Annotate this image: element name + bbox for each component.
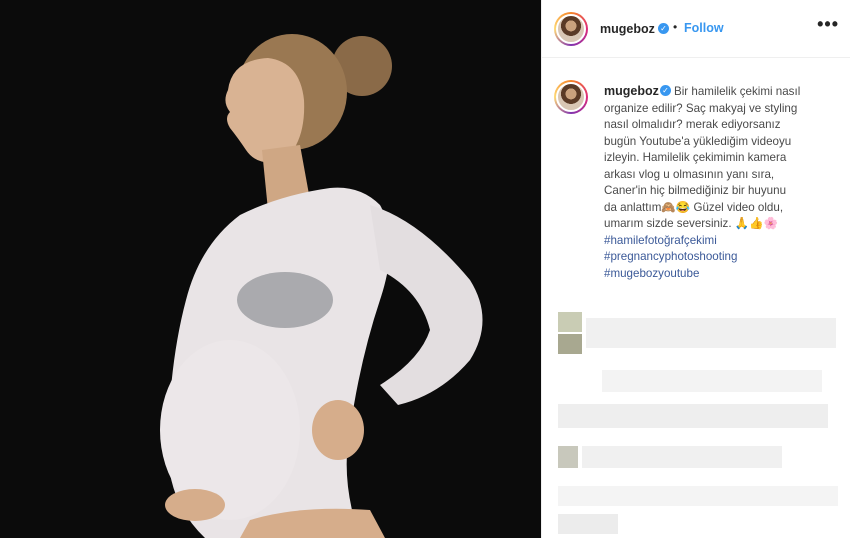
author-avatar[interactable] — [554, 12, 588, 46]
post-side-panel: mugeboz ✓ • Follow ••• mugeboz ✓ Bir ham… — [541, 0, 850, 538]
follow-button[interactable]: Follow — [684, 21, 724, 35]
caption-line: nasıl olmalıdır? merak ediyorsanız — [604, 118, 781, 131]
hashtag-link[interactable]: #pregnancyphotoshooting — [604, 249, 840, 266]
caption-line: organize edilir? Saç makyaj ve styling — [604, 101, 798, 115]
verified-badge-icon: ✓ — [658, 23, 669, 34]
post-photo[interactable] — [0, 0, 541, 538]
pregnant-woman-photo — [0, 0, 541, 538]
caption-line: arkası vlog u olmasının yanı sıra, — [604, 167, 775, 181]
blurred-comments — [542, 300, 850, 538]
post-header: mugeboz ✓ • Follow ••• — [542, 0, 850, 58]
caption-avatar[interactable] — [554, 80, 588, 114]
author-username[interactable]: mugeboz — [600, 22, 655, 36]
more-options-icon[interactable]: ••• — [817, 14, 839, 35]
caption-line: umarım sizde seversiniz. 🙏👍🌸 — [604, 217, 779, 230]
caption-line: da anlattım🙈😂 Güzel video oldu, — [604, 200, 784, 214]
caption-line: bugün Youtube'a yüklediğim videoyu — [604, 134, 792, 148]
hashtag-link[interactable]: #hamilefotoğrafçekimi — [604, 233, 840, 250]
caption-line: Caner'in hiç bilmediğiniz bir huyunu — [604, 184, 787, 197]
caption-line: izleyin. Hamilelik çekimimin kamera — [604, 151, 787, 164]
hashtag-link[interactable]: #mugebozyoutube — [604, 266, 840, 283]
caption-text: Bir hamilelik çekimi nasıl organize edil… — [604, 84, 840, 282]
caption-line: Bir hamilelik çekimi nasıl — [674, 85, 801, 98]
separator-dot: • — [673, 20, 678, 34]
